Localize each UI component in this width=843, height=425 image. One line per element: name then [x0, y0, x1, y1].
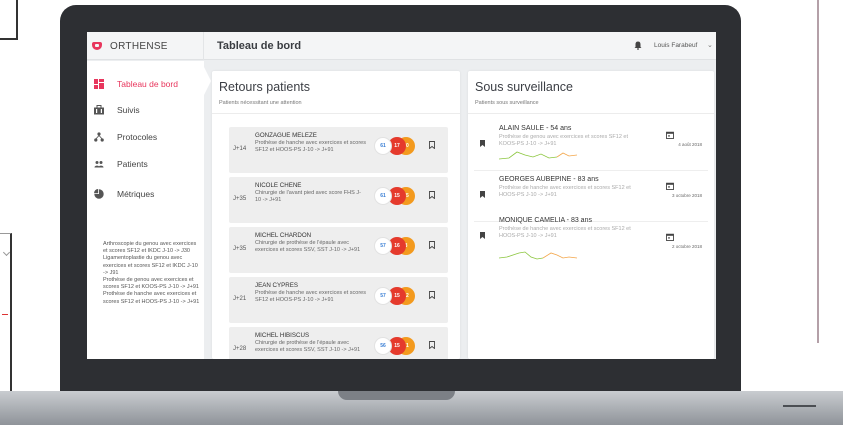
active-indicator — [204, 67, 211, 95]
day-label: J+14 — [233, 146, 247, 152]
sidebar-item-patients[interactable]: Patients — [87, 155, 204, 173]
dashboard-icon — [94, 79, 104, 89]
patient-card[interactable]: J+14 GONZAGUE MELEZE Prothèse de hanche … — [229, 127, 448, 173]
sidebar-item-label: Métriques — [117, 189, 155, 199]
sidebar-item-label: Patients — [117, 159, 148, 169]
sidebar-item-label: Suivis — [117, 105, 140, 115]
patient-protocol: Chirurgie de prothèse de l'épaule avec e… — [255, 340, 361, 353]
date-label: 2 octobre 2018 — [671, 244, 702, 249]
briefcase-icon — [94, 105, 104, 115]
monitored-patient[interactable]: ALAIN SAULE - 54 ans Prothèse de genou a… — [474, 125, 708, 171]
logo-icon — [92, 42, 102, 50]
sidebar-item-metriques[interactable]: Métriques — [87, 185, 204, 203]
app-screen: ORTHENSE Tableau de bord Louis Farabeuf … — [87, 32, 716, 359]
panel-title: Sous surveillance — [475, 80, 573, 94]
patient-name: MICHEL HIBISCUS — [255, 332, 310, 339]
sidebar-item-label: Protocoles — [117, 132, 158, 142]
day-label: J+35 — [233, 196, 247, 202]
laptop-base-line — [783, 405, 816, 407]
sidebar: Tableau de bord Suivis Protocoles Patien… — [87, 61, 204, 359]
patient-name: GEORGES AUBEPINE - 83 ans — [499, 176, 599, 183]
trend-sparkline — [499, 251, 578, 260]
page-title: Tableau de bord — [217, 40, 302, 52]
bookmark-icon[interactable] — [480, 232, 485, 239]
score-badge: 57 — [374, 237, 392, 255]
bookmark-outline-icon[interactable] — [429, 241, 435, 249]
day-label: J+21 — [233, 296, 247, 302]
patient-name: GONZAGUE MELEZE — [255, 132, 317, 139]
calendar-icon — [666, 182, 674, 190]
chevron-icon — [2, 248, 11, 257]
metrics-list: Arthroscopie du genou avec exercices et … — [103, 241, 201, 306]
chevron-down-icon[interactable]: ⌄ — [707, 41, 713, 49]
sidebar-item-label: Tableau de bord — [117, 79, 178, 89]
metric-link[interactable]: Prothèse de hanche avec exercices et sco… — [103, 291, 201, 305]
patient-protocol: Prothèse de hanche avec exercices et sco… — [255, 290, 366, 303]
people-icon — [94, 161, 104, 168]
bookmark-outline-icon[interactable] — [429, 291, 435, 299]
bookmark-icon[interactable] — [480, 140, 485, 147]
metric-link[interactable]: Arthroscopie du genou avec exercices et … — [103, 241, 201, 255]
divider — [468, 113, 714, 114]
background-dash — [2, 314, 8, 315]
patient-protocol: Prothèse de hanche avec exercices et sco… — [499, 226, 631, 239]
divider — [212, 113, 460, 114]
day-label: J+35 — [233, 246, 247, 252]
pie-chart-icon — [94, 189, 104, 199]
retours-patients-panel: Retours patients Patients nécessitant un… — [212, 71, 460, 359]
background-frame-fragment — [0, 0, 18, 40]
brand-name: ORTHENSE — [110, 40, 168, 52]
patient-card[interactable]: J+28 MICHEL HIBISCUS Chirurgie de prothè… — [229, 327, 448, 359]
user-menu[interactable]: Louis Farabeuf — [654, 42, 697, 49]
patient-protocol: Prothèse de genou avec exercices et scor… — [499, 134, 629, 147]
background-vertical-line — [817, 0, 819, 343]
bell-icon[interactable] — [634, 41, 642, 50]
patient-protocol: Chirurgie de prothèse de l'épaule avec e… — [255, 240, 361, 253]
patient-card[interactable]: J+35 MICHEL CHARDON Chirurgie de prothès… — [229, 227, 448, 273]
panel-subtitle: Patients sous surveillance — [475, 100, 539, 106]
bookmark-icon[interactable] — [480, 191, 485, 198]
score-badge: 57 — [374, 287, 392, 305]
calendar-icon — [666, 131, 674, 139]
background-frame-fragment — [0, 233, 12, 393]
bookmark-outline-icon[interactable] — [429, 141, 435, 149]
day-label: J+28 — [233, 346, 247, 352]
patient-protocol: Prothèse de hanche avec exercices et sco… — [255, 140, 366, 153]
patient-name: JEAN CYPRES — [255, 282, 298, 289]
hierarchy-icon — [94, 132, 104, 142]
patient-name: MONIQUE CAMELIA - 83 ans — [499, 217, 592, 224]
trend-sparkline — [499, 151, 578, 160]
patient-protocol: Chirurgie de l'avant pied avec score FHS… — [255, 190, 361, 203]
bookmark-outline-icon[interactable] — [429, 341, 435, 349]
patient-name: NICOLE CHENE — [255, 182, 302, 189]
date-label: 4 août 2018 — [678, 142, 702, 147]
metric-link[interactable]: Prothèse de genou avec exercices et scor… — [103, 277, 201, 291]
monitored-patient[interactable]: MONIQUE CAMELIA - 83 ans Prothèse de han… — [474, 217, 708, 287]
bookmark-outline-icon[interactable] — [429, 191, 435, 199]
sous-surveillance-panel: Sous surveillance Patients sous surveill… — [468, 71, 714, 359]
patient-name: MICHEL CHARDON — [255, 232, 312, 239]
patient-name: ALAIN SAULE - 54 ans — [499, 125, 572, 132]
score-badge: 56 — [374, 337, 392, 355]
sidebar-item-protocoles[interactable]: Protocoles — [87, 128, 204, 146]
metric-link[interactable]: Ligamentoplastie du genou avec exercices… — [103, 255, 201, 277]
panel-title: Retours patients — [219, 80, 311, 94]
sidebar-item-dashboard[interactable]: Tableau de bord — [87, 75, 204, 93]
patient-card[interactable]: J+35 NICOLE CHENE Chirurgie de l'avant p… — [229, 177, 448, 223]
laptop-notch — [338, 391, 455, 400]
patient-protocol: Prothèse de hanche avec exercices et sco… — [499, 185, 631, 198]
date-label: 3 octobre 2018 — [671, 193, 702, 198]
patient-card[interactable]: J+21 JEAN CYPRES Prothèse de hanche avec… — [229, 277, 448, 323]
panel-subtitle: Patients nécessitant une attention — [219, 100, 302, 106]
monitored-patient[interactable]: GEORGES AUBEPINE - 83 ans Prothèse de ha… — [474, 176, 708, 222]
calendar-icon — [666, 233, 674, 241]
app-header: ORTHENSE Tableau de bord Louis Farabeuf … — [87, 32, 716, 60]
brand[interactable]: ORTHENSE — [87, 32, 204, 60]
marketing-scene: ORTHENSE Tableau de bord Louis Farabeuf … — [0, 0, 843, 425]
score-badge: 61 — [374, 137, 392, 155]
sidebar-item-suivis[interactable]: Suivis — [87, 101, 204, 119]
score-badge: 61 — [374, 187, 392, 205]
